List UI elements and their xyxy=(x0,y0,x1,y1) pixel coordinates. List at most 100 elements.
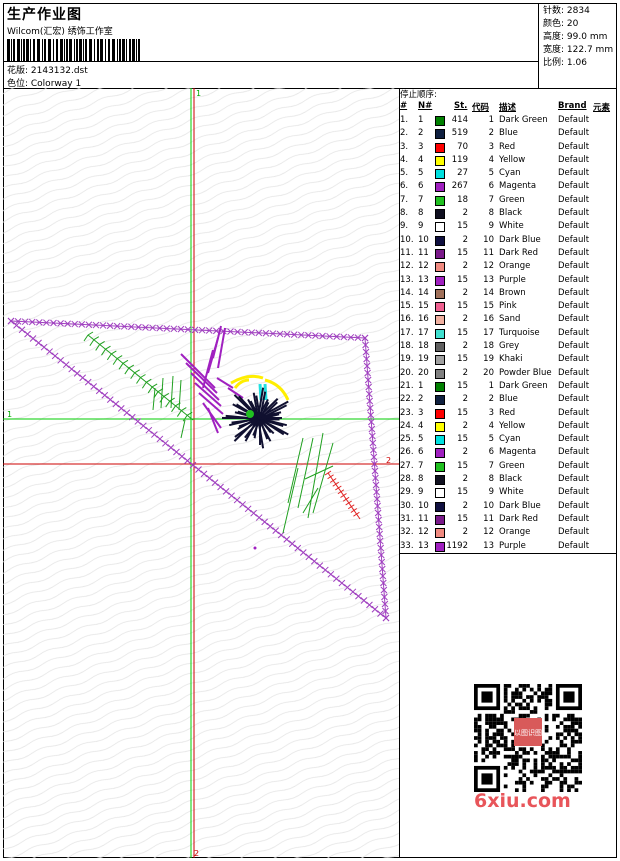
row-stitches: 15 xyxy=(457,354,468,365)
table-row[interactable]: 8. 8 2 8 Black Default xyxy=(400,207,617,220)
row-description: Pink xyxy=(499,301,517,312)
row-description: Red xyxy=(499,407,516,418)
row-code: 3 xyxy=(488,407,494,418)
color-swatch xyxy=(435,275,445,286)
row-stitches: 15 xyxy=(457,301,468,312)
pattern-file: 花版: 2143132.dst xyxy=(7,66,88,76)
table-row[interactable]: 11. 11 15 11 Dark Red Default xyxy=(400,247,617,260)
table-row[interactable]: 7. 7 18 7 Green Default xyxy=(400,194,617,207)
row-code: 5 xyxy=(488,434,494,445)
row-index: 25. xyxy=(400,434,414,445)
table-row[interactable]: 20. 20 2 20 Powder Blue Default xyxy=(400,367,617,380)
table-row[interactable]: 27. 7 15 7 Green Default xyxy=(400,460,617,473)
row-brand: Default xyxy=(558,434,590,445)
header-brand: Brand xyxy=(558,101,587,111)
stop-sequence-table: 1. 1 414 1 Dark Green Default 2. 2 519 2 Blue Defau… xyxy=(400,114,617,553)
table-row[interactable]: 5. 5 27 5 Cyan Default xyxy=(400,167,617,180)
row-needle: 2 xyxy=(418,128,424,139)
row-brand: Default xyxy=(558,474,590,485)
table-row[interactable]: 3. 3 70 3 Red Default xyxy=(400,141,617,154)
row-description: Blue xyxy=(499,394,518,405)
row-stitches: 267 xyxy=(451,181,468,192)
table-row[interactable]: 14. 14 2 14 Brown Default xyxy=(400,287,617,300)
table-row[interactable]: 13. 13 15 13 Purple Default xyxy=(400,274,617,287)
color-swatch xyxy=(435,288,445,299)
row-stitches: 2 xyxy=(462,208,468,219)
table-row[interactable]: 28. 8 2 8 Black Default xyxy=(400,473,617,486)
row-needle: 3 xyxy=(418,141,424,152)
row-needle: 7 xyxy=(418,194,424,205)
table-row[interactable]: 12. 12 2 12 Orange Default xyxy=(400,260,617,273)
row-needle: 3 xyxy=(418,407,424,418)
row-needle: 6 xyxy=(418,181,424,192)
row-description: Cyan xyxy=(499,434,521,445)
row-brand: Default xyxy=(558,354,590,365)
stat-stitches: 针数: 2834 xyxy=(543,6,590,16)
row-code: 17 xyxy=(483,327,494,338)
table-row[interactable]: 22. 2 2 2 Blue Default xyxy=(400,393,617,406)
row-code: 5 xyxy=(488,168,494,179)
row-index: 19. xyxy=(400,354,414,365)
row-code: 6 xyxy=(488,447,494,458)
table-row[interactable]: 18. 18 2 18 Grey Default xyxy=(400,340,617,353)
table-row[interactable]: 4. 4 119 4 Yellow Default xyxy=(400,154,617,167)
table-row[interactable]: 21. 1 15 1 Dark Green Default xyxy=(400,380,617,393)
table-row[interactable]: 10. 10 2 10 Dark Blue Default xyxy=(400,234,617,247)
color-swatch xyxy=(435,355,445,366)
row-brand: Default xyxy=(558,287,590,298)
row-code: 11 xyxy=(483,247,494,258)
row-description: Grey xyxy=(499,341,520,352)
row-brand: Default xyxy=(558,447,590,458)
table-row[interactable]: 24. 4 2 4 Yellow Default xyxy=(400,420,617,433)
table-row[interactable]: 29. 9 15 9 White Default xyxy=(400,486,617,499)
row-needle: 19 xyxy=(418,354,429,365)
table-row[interactable]: 23. 3 15 3 Red Default xyxy=(400,407,617,420)
row-code: 10 xyxy=(483,500,494,511)
color-swatch xyxy=(435,129,445,140)
table-row[interactable]: 30. 10 2 10 Dark Blue Default xyxy=(400,500,617,513)
table-header: # N# St. 代码 描述 Brand 元素 xyxy=(400,101,617,113)
row-index: 3. xyxy=(400,141,409,152)
color-swatch xyxy=(435,488,445,499)
color-swatch xyxy=(435,328,445,339)
marker-vertical-top: 1 xyxy=(196,89,201,98)
row-code: 1 xyxy=(488,380,494,391)
table-row[interactable]: 2. 2 519 2 Blue Default xyxy=(400,127,617,140)
color-swatch xyxy=(435,142,445,153)
table-row[interactable]: 26. 6 2 6 Magenta Default xyxy=(400,446,617,459)
table-row[interactable]: 6. 6 267 6 Magenta Default xyxy=(400,180,617,193)
row-needle: 7 xyxy=(418,460,424,471)
row-code: 19 xyxy=(483,354,494,365)
stop-sequence-title: 停止顺序: xyxy=(400,90,437,100)
row-description: Red xyxy=(499,141,516,152)
row-brand: Default xyxy=(558,394,590,405)
row-index: 16. xyxy=(400,314,414,325)
row-stitches: 2 xyxy=(462,474,468,485)
row-code: 8 xyxy=(488,208,494,219)
row-description: Orange xyxy=(499,527,531,538)
table-row[interactable]: 17. 17 15 17 Turquoise Default xyxy=(400,327,617,340)
table-row[interactable]: 32. 12 2 12 Orange Default xyxy=(400,526,617,539)
row-stitches: 18 xyxy=(457,194,468,205)
table-row[interactable]: 16. 16 2 16 Sand Default xyxy=(400,313,617,326)
table-row[interactable]: 31. 11 15 11 Dark Red Default xyxy=(400,513,617,526)
design-preview: 1 2 1 2 xyxy=(3,88,399,858)
table-row[interactable]: 15. 15 15 15 Pink Default xyxy=(400,300,617,313)
row-index: 8. xyxy=(400,208,409,219)
row-index: 14. xyxy=(400,287,414,298)
row-description: Sand xyxy=(499,314,521,325)
row-needle: 1 xyxy=(418,115,424,125)
table-row[interactable]: 9. 9 15 9 White Default xyxy=(400,220,617,233)
table-row[interactable]: 33. 13 1192 13 Purple Default xyxy=(400,540,617,553)
table-row[interactable]: 1. 1 414 1 Dark Green Default xyxy=(400,114,617,127)
design-canvas[interactable]: 1 2 1 2 xyxy=(3,88,400,858)
row-stitches: 15 xyxy=(457,221,468,232)
row-stitches: 2 xyxy=(462,527,468,538)
row-brand: Default xyxy=(558,327,590,338)
row-stitches: 15 xyxy=(457,247,468,258)
row-description: Green xyxy=(499,460,525,471)
row-needle: 10 xyxy=(418,500,429,511)
table-row[interactable]: 19. 19 15 19 Khaki Default xyxy=(400,353,617,366)
row-code: 9 xyxy=(488,221,494,232)
table-row[interactable]: 25. 5 15 5 Cyan Default xyxy=(400,433,617,446)
